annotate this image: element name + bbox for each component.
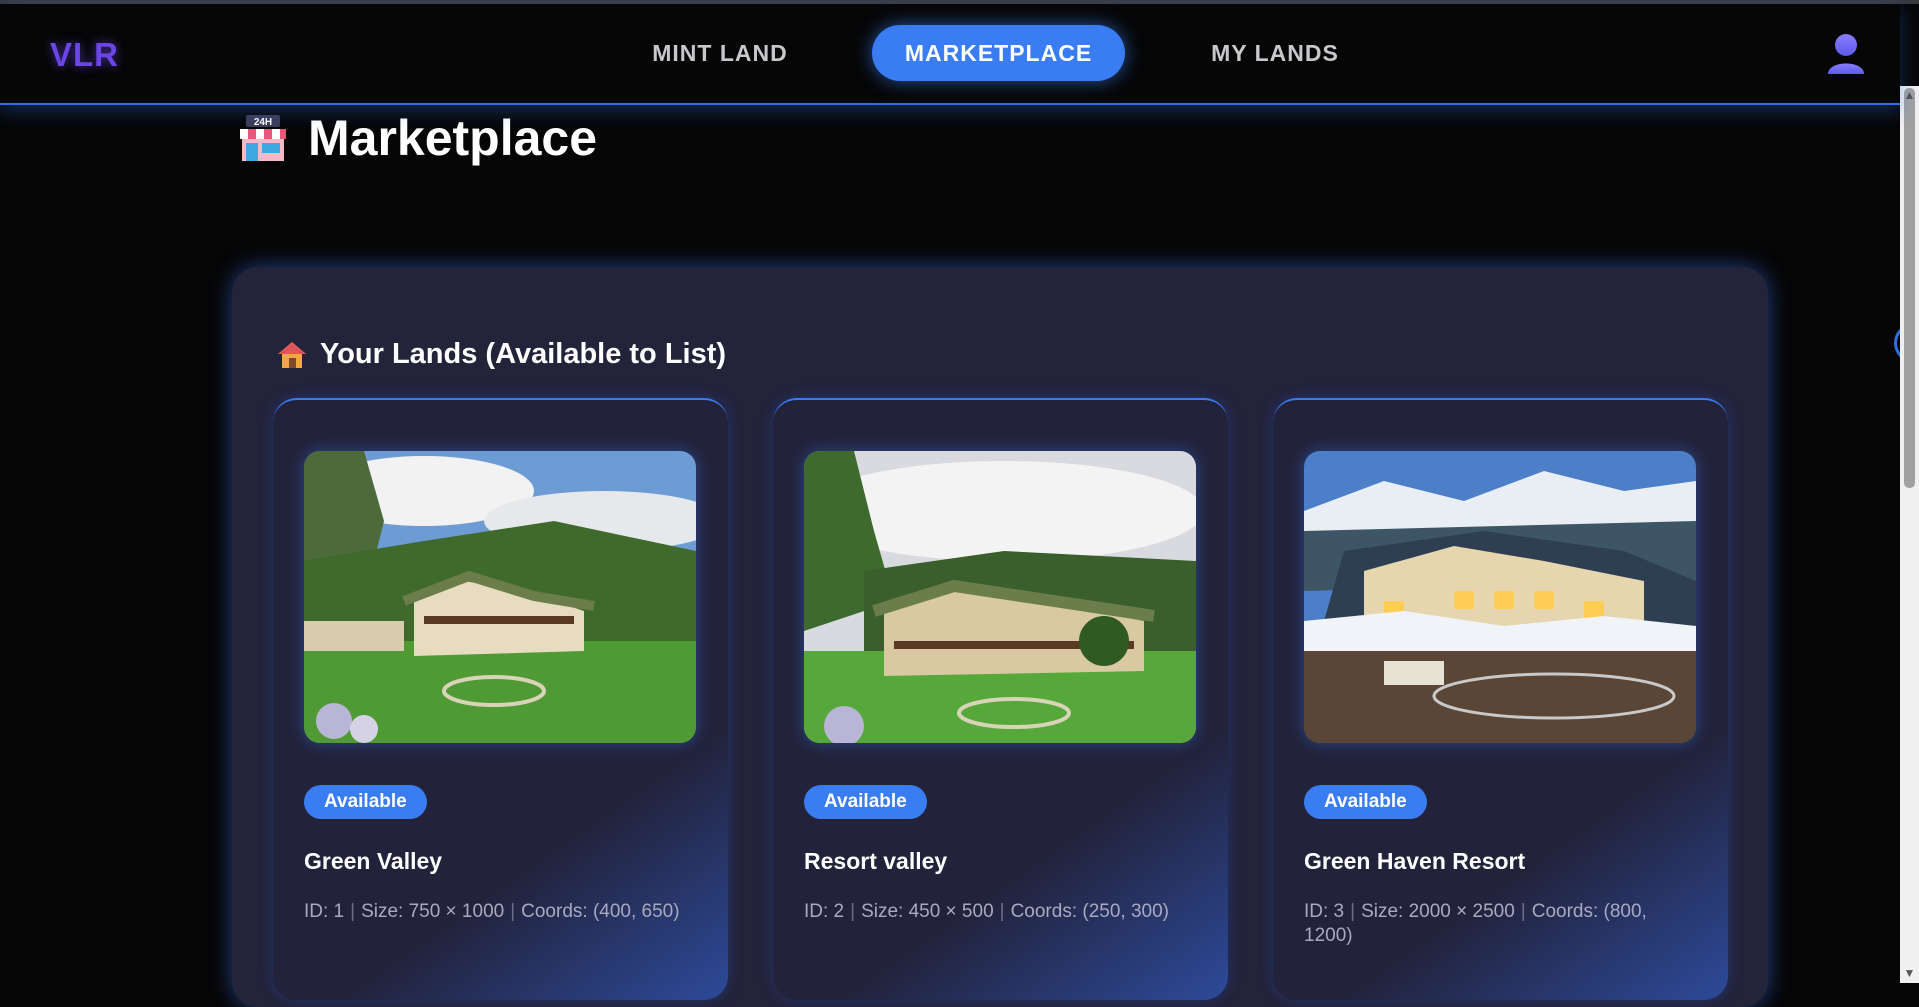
- land-size: Size: 450 × 500: [861, 901, 994, 922]
- house-icon: [276, 340, 308, 370]
- land-card[interactable]: Available Green Valley ID: 1 | Size: 750 ×…: [273, 398, 728, 1000]
- user-avatar-icon[interactable]: [1826, 32, 1866, 76]
- land-name: Resort valley: [804, 848, 948, 874]
- app-logo[interactable]: VLR: [50, 36, 119, 74]
- divider: |: [510, 901, 516, 922]
- page-title: Marketplace: [308, 110, 598, 166]
- land-image: [304, 451, 696, 743]
- land-image: [804, 451, 1196, 743]
- nav-mint-land[interactable]: MINT LAND: [620, 25, 820, 81]
- divider: |: [999, 901, 1005, 922]
- section-title: Your Lands (Available to List): [320, 338, 727, 370]
- land-meta: ID: 1 | Size: 750 × 1000 | Coords: (400, 650…: [304, 900, 694, 924]
- land-meta: ID: 2 | Size: 450 × 500 | Coords: (250, 300): [804, 900, 1194, 924]
- divider: |: [850, 901, 856, 922]
- land-coords: Coords: (250, 300): [1010, 901, 1169, 922]
- land-coords: Coords: (400, 650): [521, 901, 680, 922]
- svg-text:24H: 24H: [254, 117, 272, 128]
- land-name: Green Haven Resort: [1304, 848, 1526, 874]
- divider: |: [1350, 901, 1356, 922]
- status-badge: Available: [1304, 785, 1427, 819]
- nav-marketplace[interactable]: MARKETPLACE: [872, 25, 1125, 81]
- land-card[interactable]: Available Green Haven Resort ID: 3 | Size:…: [1273, 398, 1728, 1000]
- land-card[interactable]: Available Resort valley ID: 2 | Size: 450 …: [773, 398, 1228, 1000]
- divider: |: [1520, 901, 1526, 922]
- status-badge: Available: [304, 785, 427, 819]
- divider: |: [350, 901, 356, 922]
- scrollbar-thumb[interactable]: [1904, 88, 1915, 488]
- land-id: ID: 1: [304, 901, 345, 922]
- land-name: Green Valley: [304, 848, 443, 874]
- scroll-up-icon[interactable]: ▲: [1902, 88, 1917, 102]
- land-meta: ID: 3 | Size: 2000 × 2500 | Coords: (800, 12…: [1304, 900, 1694, 948]
- page-header: 24H Marketplace: [238, 108, 597, 168]
- land-id: ID: 2: [804, 901, 845, 922]
- scroll-down-icon[interactable]: ▼: [1902, 966, 1917, 980]
- nav-my-lands[interactable]: MY LANDS: [1175, 25, 1375, 81]
- top-nav-bar: VLR MINT LAND MARKETPLACE MY LANDS: [0, 4, 1900, 105]
- store-24h-icon: 24H: [238, 115, 288, 161]
- section-header: Your Lands (Available to List): [276, 338, 726, 371]
- status-badge: Available: [804, 785, 927, 819]
- land-id: ID: 3: [1304, 901, 1345, 922]
- land-size: Size: 750 × 1000: [361, 901, 505, 922]
- land-size: Size: 2000 × 2500: [1361, 901, 1515, 922]
- land-image: [1304, 451, 1696, 743]
